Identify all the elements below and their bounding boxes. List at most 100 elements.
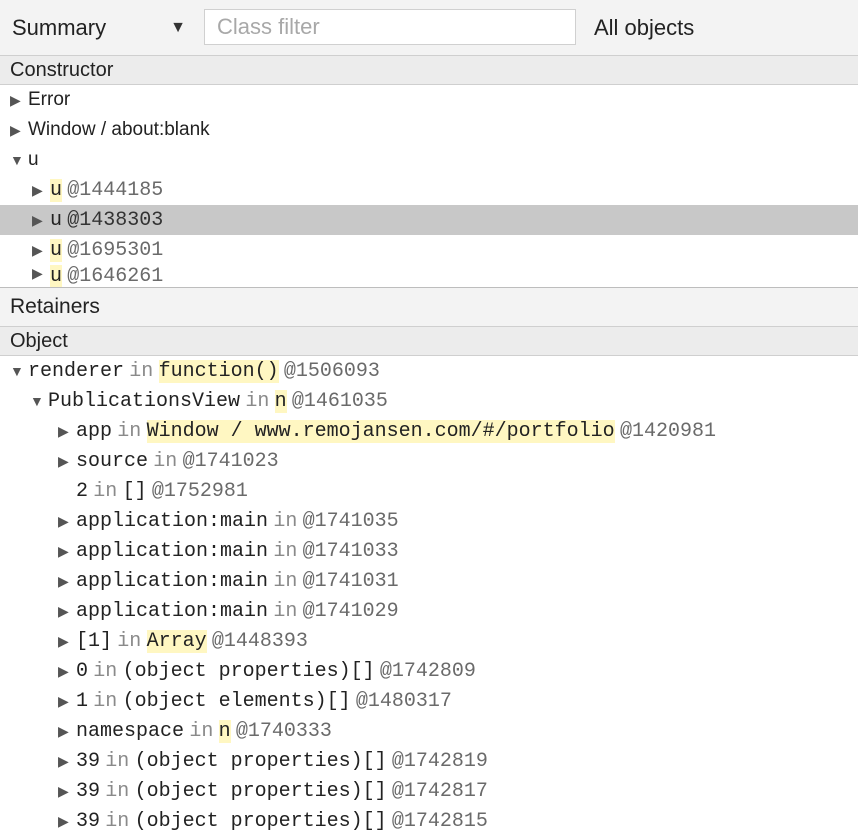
object-id: @1752981	[151, 479, 248, 503]
expand-triangle-icon[interactable]: ▶	[58, 453, 76, 470]
expand-triangle-icon[interactable]: ▶	[10, 92, 28, 109]
retainer-property-name: renderer	[28, 359, 125, 383]
instance-row-selected[interactable]: ▶ u @1438303	[0, 205, 858, 235]
in-keyword: in	[189, 719, 214, 743]
retainer-row[interactable]: ▶ application:main in @1741029	[0, 596, 858, 626]
object-id: @1742809	[379, 659, 476, 683]
in-keyword: in	[105, 809, 130, 833]
expand-triangle-icon[interactable]: ▶	[58, 753, 76, 770]
retainer-row[interactable]: ▶ application:main in @1741031	[0, 566, 858, 596]
collapse-triangle-icon[interactable]: ▼	[30, 393, 48, 409]
retainer-context: (object properties)[]	[134, 779, 387, 803]
expand-triangle-icon[interactable]: ▶	[58, 663, 76, 680]
retainer-property-name: PublicationsView	[48, 389, 241, 413]
object-id: @1742815	[391, 809, 488, 833]
retainer-row[interactable]: ▶ [1] in Array @1448393	[0, 626, 858, 656]
object-id: @1740333	[235, 719, 332, 743]
object-id: @1480317	[355, 689, 452, 713]
object-id: @1506093	[283, 359, 380, 383]
collapse-triangle-icon[interactable]: ▼	[10, 152, 28, 168]
expand-triangle-icon[interactable]: ▶	[58, 513, 76, 530]
retainer-context: n	[218, 719, 231, 743]
expand-triangle-icon[interactable]: ▶	[58, 423, 76, 440]
expand-triangle-icon[interactable]: ▶	[32, 212, 50, 229]
in-keyword: in	[93, 479, 118, 503]
dropdown-arrow-icon: ▼	[170, 19, 186, 36]
retainer-row[interactable]: ▶ namespace in n @1740333	[0, 716, 858, 746]
in-keyword: in	[153, 449, 178, 473]
object-scope-dropdown[interactable]: All objects	[594, 12, 694, 44]
expand-triangle-icon[interactable]: ▶	[58, 693, 76, 710]
in-keyword: in	[117, 629, 142, 653]
expand-triangle-icon[interactable]: ▶	[58, 723, 76, 740]
view-dropdown[interactable]: Summary ▼	[12, 12, 192, 44]
toolbar: Summary ▼ All objects	[0, 0, 858, 56]
retainer-row[interactable]: ▼ PublicationsView in n @1461035	[0, 386, 858, 416]
expand-triangle-icon[interactable]: ▶	[32, 242, 50, 259]
instance-row[interactable]: ▶ u @1695301	[0, 235, 858, 265]
retainer-property-name: namespace	[76, 719, 185, 743]
retainer-row[interactable]: ▶ application:main in @1741035	[0, 506, 858, 536]
retainer-row[interactable]: ▶ 0 in (object properties)[] @1742809	[0, 656, 858, 686]
retainer-property-name: 2	[76, 479, 89, 503]
object-id: @1742819	[391, 749, 488, 773]
retainers-panel-title: Retainers	[0, 287, 858, 327]
retainer-context: Array	[146, 629, 207, 653]
object-id: @1741031	[302, 569, 399, 593]
in-keyword: in	[273, 569, 298, 593]
expand-triangle-icon[interactable]: ▶	[32, 182, 50, 199]
retainer-property-name: source	[76, 449, 149, 473]
expand-triangle-icon[interactable]: ▶	[32, 265, 50, 282]
retainer-property-name: application:main	[76, 599, 269, 623]
retainer-row[interactable]: ▶ 39 in (object properties)[] @1742817	[0, 776, 858, 806]
expand-triangle-icon[interactable]: ▶	[58, 813, 76, 830]
retainer-context: function()	[158, 359, 279, 383]
expand-triangle-icon[interactable]: ▶	[58, 543, 76, 560]
expand-triangle-icon[interactable]: ▶	[10, 122, 28, 139]
retainer-context: (object elements)[]	[122, 689, 351, 713]
in-keyword: in	[117, 419, 142, 443]
retainer-property-name: application:main	[76, 509, 269, 533]
object-id: @1420981	[619, 419, 716, 443]
retainer-row[interactable]: ▶ source in @1741023	[0, 446, 858, 476]
object-id: @1741029	[302, 599, 399, 623]
expand-triangle-icon[interactable]: ▶	[58, 573, 76, 590]
tree-row-u[interactable]: ▼ u	[0, 145, 858, 175]
in-keyword: in	[105, 779, 130, 803]
retainer-property-name: app	[76, 419, 113, 443]
in-keyword: in	[93, 689, 118, 713]
object-id: @1742817	[391, 779, 488, 803]
retainer-property-name: [1]	[76, 629, 113, 653]
expand-triangle-icon[interactable]: ▶	[58, 633, 76, 650]
instance-row[interactable]: ▶ u @1646261	[0, 265, 858, 287]
instance-row[interactable]: ▶ u @1444185	[0, 175, 858, 205]
class-filter-input[interactable]	[204, 9, 576, 45]
collapse-triangle-icon[interactable]: ▼	[10, 363, 28, 379]
retainer-property-name: application:main	[76, 539, 269, 563]
retainer-context: (object properties)[]	[122, 659, 375, 683]
retainer-row[interactable]: 2 in [] @1752981	[0, 476, 858, 506]
retainer-row[interactable]: ▶ app in Window / www.remojansen.com/#/po…	[0, 416, 858, 446]
retainer-context: []	[122, 479, 147, 503]
retainer-row[interactable]: ▼ renderer in function() @1506093	[0, 356, 858, 386]
retainer-property-name: application:main	[76, 569, 269, 593]
tree-row-window[interactable]: ▶ Window / about:blank	[0, 115, 858, 145]
in-keyword: in	[245, 389, 270, 413]
object-id: @1741023	[182, 449, 279, 473]
retainer-row[interactable]: ▶ application:main in @1741033	[0, 536, 858, 566]
retainer-row[interactable]: ▶ 39 in (object properties)[] @1742819	[0, 746, 858, 776]
object-id: @1461035	[291, 389, 388, 413]
object-id: @1448393	[211, 629, 308, 653]
in-keyword: in	[129, 359, 154, 383]
scope-label: All objects	[594, 15, 695, 40]
retainer-property-name: 1	[76, 689, 89, 713]
tree-row-error[interactable]: ▶ Error	[0, 85, 858, 115]
object-id: @1741035	[302, 509, 399, 533]
retainer-row[interactable]: ▶ 1 in (object elements)[] @1480317	[0, 686, 858, 716]
retainer-context: n	[274, 389, 287, 413]
retainer-property-name: 39	[76, 779, 101, 803]
expand-triangle-icon[interactable]: ▶	[58, 783, 76, 800]
object-column-header[interactable]: Object	[0, 327, 858, 356]
constructor-column-header[interactable]: Constructor	[0, 56, 858, 85]
expand-triangle-icon[interactable]: ▶	[58, 603, 76, 620]
